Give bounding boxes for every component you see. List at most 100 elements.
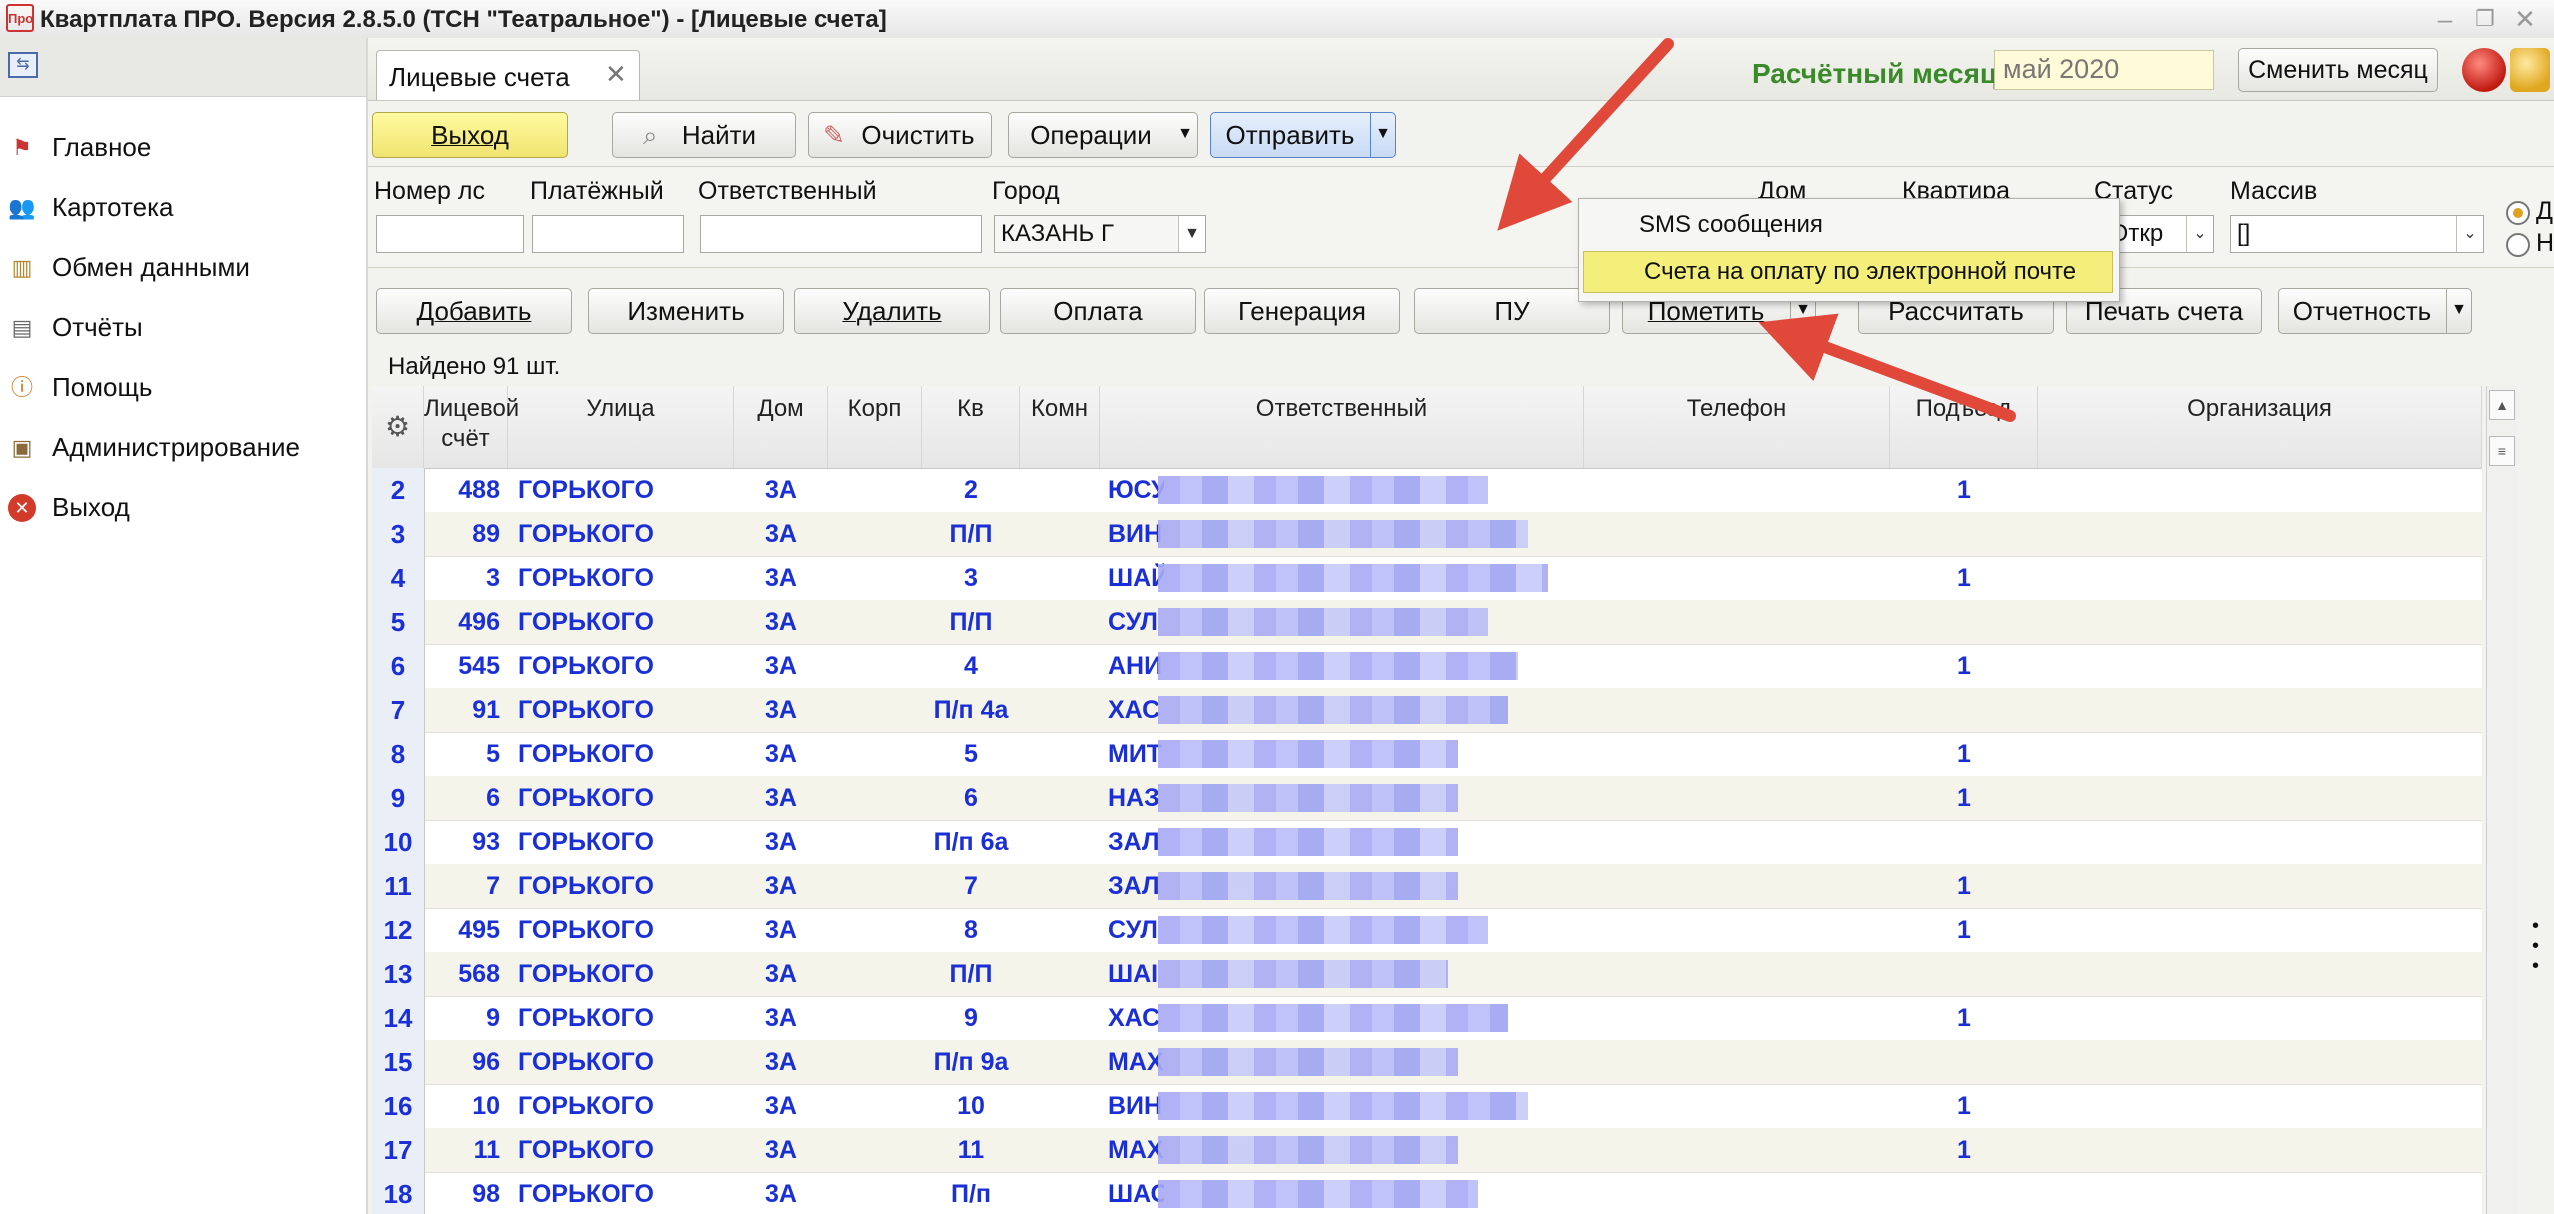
chevron-down-icon[interactable]: ▼ (1370, 113, 1395, 157)
operations-dropdown[interactable]: Операции ▼ (1008, 112, 1198, 158)
edit-button-label: Изменить (627, 296, 745, 326)
sidebar-item-help[interactable]: ⓘ Помощь (0, 360, 366, 416)
restore-icon[interactable]: ❐ (2470, 4, 2500, 34)
find-button[interactable]: ⌕ Найти (612, 112, 796, 158)
sidebar-item-admin[interactable]: ▣ Администрирование (0, 420, 366, 476)
sidebar-item-label: Администрирование (52, 432, 300, 462)
sidebar-item-cards[interactable]: 👥 Картотека (0, 180, 366, 236)
close-icon[interactable]: ✕ (2510, 4, 2540, 34)
redacted-name (1158, 608, 1488, 636)
table-header: ⚙ Лицевой счёт Улица Дом Корп Кв Комн От… (372, 386, 2482, 469)
collapse-sidebar-icon[interactable]: ⇆ (8, 52, 38, 78)
cell-house: 3А (765, 1092, 797, 1120)
vertical-scrollbar[interactable]: ▲ ≡ (2486, 386, 2517, 1214)
column-settings-icon[interactable]: ⚙ (372, 386, 424, 468)
minimize-icon[interactable]: – (2430, 4, 2460, 34)
row-number: 8 (372, 732, 425, 776)
cell-account: 98 (472, 1180, 500, 1208)
radio-dot-icon (2513, 208, 2523, 218)
table-row[interactable]: 9 6 ГОРЬКОГО 3А 6 НАЗ 1 (372, 776, 2482, 821)
col-house[interactable]: Дом (734, 386, 828, 468)
table-row[interactable]: 6 545 ГОРЬКОГО 3А 4 АНИ 1 (372, 644, 2482, 689)
table-row[interactable]: 14 9 ГОРЬКОГО 3А 9 ХАС 1 (372, 996, 2482, 1041)
send-dropdown[interactable]: Отправить ▼ (1210, 112, 1396, 158)
reporting-dropdown[interactable]: Отчетность ▼ (2278, 288, 2472, 334)
table-row[interactable]: 16 10 ГОРЬКОГО 3А 10 ВИН 1 (372, 1084, 2482, 1129)
cell-apartment: 5 (964, 740, 978, 768)
tab-accounts[interactable]: Лицевые счета ✕ (376, 50, 640, 100)
cell-responsible: ШАІ (1108, 960, 1159, 988)
radio-option-1-label: Д (2536, 197, 2553, 225)
table-row[interactable]: 11 7 ГОРЬКОГО 3А 7 ЗАЛ 1 (372, 864, 2482, 909)
col-entrance[interactable]: Подъезд (1890, 386, 2038, 468)
cell-entrance (1890, 512, 2038, 556)
scroll-up-icon[interactable]: ▲ (2489, 390, 2515, 420)
table-row[interactable]: 18 98 ГОРЬКОГО 3А П/п ШАС (372, 1172, 2482, 1214)
cell-responsible: ВИН (1108, 520, 1163, 548)
scroll-thumb[interactable]: ≡ (2489, 436, 2515, 466)
col-phone[interactable]: Телефон (1584, 386, 1890, 468)
row-number: 11 (372, 864, 425, 908)
cell-entrance: 1 (1957, 1004, 1971, 1032)
cell-responsible: ХАС (1108, 696, 1161, 724)
edit-button[interactable]: Изменить (588, 288, 784, 334)
add-button[interactable]: Добавить (376, 288, 572, 334)
table-row[interactable]: 15 96 ГОРЬКОГО 3А П/п 9а МАХ (372, 1040, 2482, 1085)
mail-icon[interactable] (2510, 48, 2550, 92)
col-apartment[interactable]: Кв (922, 386, 1020, 468)
found-count: Найдено 91 шт. (388, 353, 561, 380)
col-room[interactable]: Комн (1020, 386, 1100, 468)
sidebar-item-exit[interactable]: ✕ Выход (0, 480, 366, 536)
table-row[interactable]: 7 91 ГОРЬКОГО 3А П/п 4а ХАС (372, 688, 2482, 733)
col-responsible[interactable]: Ответственный (1100, 386, 1584, 468)
sidebar-item-main[interactable]: ⚑ Главное (0, 120, 366, 176)
menu-item-sms[interactable]: SMS сообщения (1579, 203, 2119, 247)
table-row[interactable]: 12 495 ГОРЬКОГО 3А 8 СУЛ 1 (372, 908, 2482, 953)
payment-button[interactable]: Оплата (1000, 288, 1196, 334)
table-row[interactable]: 13 568 ГОРЬКОГО 3А П/П ШАІ (372, 952, 2482, 997)
col-street[interactable]: Улица (508, 386, 734, 468)
menu-item-email-invoices[interactable]: Счета на оплату по электронной почте (1583, 251, 2113, 293)
alert-orb-icon[interactable] (2462, 48, 2506, 92)
sidebar-item-exchange[interactable]: ▥ Обмен данными (0, 240, 366, 296)
table-row[interactable]: 8 5 ГОРЬКОГО 3А 5 МИТ 1 (372, 732, 2482, 777)
cell-house: 3А (765, 1004, 797, 1032)
tab-close-icon[interactable]: ✕ (605, 59, 627, 90)
search-icon: ⌕ (643, 120, 658, 150)
chevron-down-icon: ⌄ (2186, 216, 2213, 252)
cell-street: ГОРЬКОГО (518, 872, 654, 900)
table-row[interactable]: 17 11 ГОРЬКОГО 3А 11 МАХ 1 (372, 1128, 2482, 1173)
window-title: Квартплата ПРО. Версия 2.8.5.0 (ТСН "Теа… (40, 6, 887, 33)
billing-month-field[interactable]: май 2020 (1994, 50, 2214, 90)
table-row[interactable]: 4 3 ГОРЬКОГО 3А 3 ШАЙ 1 (372, 556, 2482, 601)
send-label: Отправить (1225, 120, 1355, 150)
array-select[interactable]: [] ⌄ (2230, 215, 2484, 253)
table-row[interactable]: 3 89 ГОРЬКОГО 3А П/П ВИН (372, 512, 2482, 557)
delete-button[interactable]: Удалить (794, 288, 990, 334)
col-account[interactable]: Лицевой счёт (424, 386, 519, 468)
row-number: 4 (372, 556, 425, 600)
payer-input[interactable] (532, 215, 684, 253)
chevron-down-icon[interactable]: ▼ (2446, 289, 2471, 333)
account-no-input[interactable] (376, 215, 524, 253)
city-select[interactable]: КАЗАНЬ Г ▼ (994, 215, 1206, 253)
table-row[interactable]: 10 93 ГОРЬКОГО 3А П/п 6а ЗАЛ (372, 820, 2482, 865)
col-organization[interactable]: Организация (2038, 386, 2482, 468)
cell-entrance: 1 (1957, 872, 1971, 900)
cell-entrance (1890, 820, 2038, 864)
radio-option-2[interactable] (2506, 233, 2530, 257)
change-month-button[interactable]: Сменить месяц (2238, 48, 2438, 92)
row-number: 7 (372, 688, 425, 732)
table-row[interactable]: 2 488 ГОРЬКОГО 3А 2 ЮСУ 1 (372, 468, 2482, 513)
radio-option-1[interactable] (2506, 201, 2530, 225)
table-row[interactable]: 5 496 ГОРЬКОГО 3А П/П СУЛ (372, 600, 2482, 645)
generation-button[interactable]: Генерация (1204, 288, 1400, 334)
exit-button[interactable]: Выход (372, 112, 568, 158)
responsible-input[interactable] (700, 215, 982, 253)
col-building[interactable]: Корп (828, 386, 922, 468)
redacted-name (1158, 872, 1458, 900)
clear-button[interactable]: ✎ Очистить (808, 112, 992, 158)
cell-street: ГОРЬКОГО (518, 916, 654, 944)
sidebar-item-reports[interactable]: ▤ Отчёты (0, 300, 366, 356)
cell-street: ГОРЬКОГО (518, 740, 654, 768)
